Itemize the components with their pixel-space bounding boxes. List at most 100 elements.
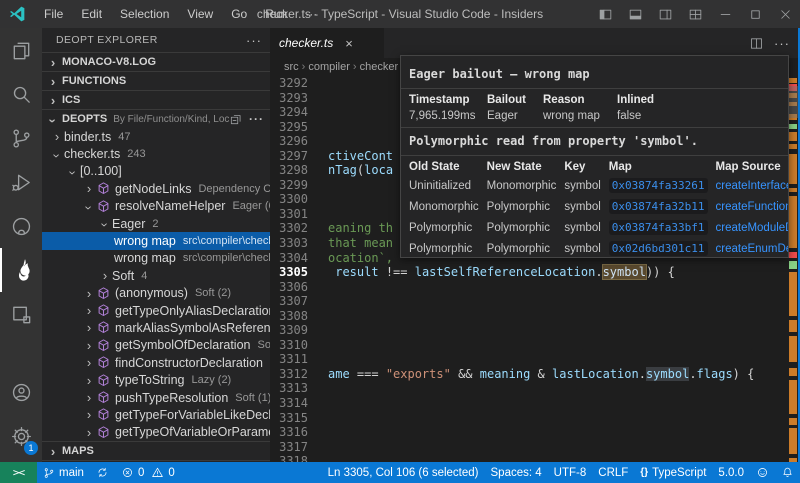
remote-explorer-icon[interactable]: [0, 292, 42, 336]
section-header-maps[interactable]: ›MAPS: [42, 441, 270, 460]
twistie-icon[interactable]: ›: [82, 287, 96, 300]
breadcrumb-item[interactable]: src: [284, 61, 299, 73]
menu-item-[interactable]: ···: [296, 7, 326, 21]
menu-item-edit[interactable]: Edit: [72, 7, 111, 21]
indentation-item[interactable]: Spaces: 4: [485, 462, 548, 483]
map-source-cell[interactable]: createModuleDeclarat: [716, 217, 790, 238]
explorer-icon[interactable]: [0, 28, 42, 72]
toggle-panel-icon[interactable]: [620, 0, 650, 28]
map-address-cell[interactable]: 0x03874fa33261: [609, 175, 716, 196]
tree-item[interactable]: ›getTypeOfVariableOrParameterOrPr…: [42, 424, 270, 441]
breadcrumb-item[interactable]: compiler: [308, 61, 350, 73]
section-header-ics[interactable]: ›ICS: [42, 90, 270, 109]
github-icon[interactable]: [0, 204, 42, 248]
section-header-functions[interactable]: ›FUNCTIONS: [42, 71, 270, 90]
accounts-icon[interactable]: [0, 370, 42, 414]
remote-indicator[interactable]: ><: [0, 462, 37, 483]
problems-status-item[interactable]: 0 0: [115, 462, 181, 483]
twistie-icon[interactable]: ›: [50, 148, 63, 162]
map-source-link[interactable]: createModuleDeclarat: [716, 222, 790, 234]
twistie-icon[interactable]: ›: [66, 166, 79, 180]
map-source-cell[interactable]: createEnumDeclaratio: [716, 238, 790, 258]
twistie-icon[interactable]: ›: [82, 321, 96, 334]
sync-status-item[interactable]: [90, 462, 115, 483]
menu-item-selection[interactable]: Selection: [111, 7, 178, 21]
twistie-icon[interactable]: ›: [82, 356, 96, 369]
split-editor-icon[interactable]: [749, 36, 764, 51]
twistie-icon[interactable]: ›: [98, 269, 112, 282]
breadcrumb-item[interactable]: checker: [360, 61, 399, 73]
cursor-position-item[interactable]: Ln 3305, Col 106 (6 selected): [322, 462, 485, 483]
tab-checker-ts[interactable]: checker.ts ×: [270, 28, 384, 58]
menu-item-run[interactable]: Run: [256, 7, 296, 21]
section-header-monaco-v8-log[interactable]: ›MONACO-V8.LOG: [42, 52, 270, 71]
tree-item[interactable]: ›typeToStringLazy (2): [42, 371, 270, 388]
twistie-icon[interactable]: ›: [82, 391, 96, 404]
customize-layout-icon[interactable]: [680, 0, 710, 28]
tree-item[interactable]: ›[0..100]: [42, 163, 270, 180]
map-address-cell[interactable]: 0x02d6bd301c11: [609, 238, 716, 258]
tree-item[interactable]: ›binder.ts47: [42, 128, 270, 145]
map-source-link[interactable]: createEnumDeclaratio: [716, 243, 790, 255]
collapse-all-icon[interactable]: [229, 112, 243, 126]
map-source-cell[interactable]: createInterfaceDeclara: [716, 175, 790, 196]
ts-version-item[interactable]: 5.0.0: [712, 462, 750, 483]
twistie-icon[interactable]: ›: [82, 426, 96, 439]
map-source-link[interactable]: createFunctionDeclara: [716, 201, 790, 213]
twistie-icon[interactable]: ›: [82, 201, 95, 215]
notifications-status-item[interactable]: [775, 462, 800, 483]
map-address-cell[interactable]: 0x03874fa33bf1: [609, 217, 716, 238]
language-mode-item[interactable]: {} TypeScript: [634, 462, 712, 483]
tree-item[interactable]: ›getTypeForVariableLikeDeclaration…: [42, 406, 270, 423]
twistie-icon[interactable]: ›: [82, 304, 96, 317]
maximize-button[interactable]: [740, 0, 770, 28]
twistie-icon[interactable]: ›: [82, 374, 96, 387]
section-more-actions-icon[interactable]: ···: [249, 112, 264, 126]
minimize-button[interactable]: [710, 0, 740, 28]
tree-item[interactable]: ›getTypeOnlyAliasDeclarationEager (1): [42, 302, 270, 319]
map-address-chip[interactable]: 0x02d6bd301c11: [609, 241, 708, 256]
tree-item[interactable]: ›getNodeLinksDependency Change (1): [42, 180, 270, 197]
tree-item[interactable]: ›markAliasSymbolAsReferencedEage…: [42, 319, 270, 336]
branch-status-item[interactable]: main: [37, 462, 90, 483]
tree-item[interactable]: ›findConstructorDeclarationEager (1): [42, 354, 270, 371]
twistie-icon[interactable]: ›: [82, 408, 96, 421]
section-header-deopts[interactable]: ›DEOPTSBy File/Function/Kind, Location··…: [42, 109, 270, 128]
menu-item-file[interactable]: File: [35, 7, 72, 21]
tree-item[interactable]: wrong mapsrc\compiler\checker.ts:330…: [42, 232, 270, 249]
toggle-secondary-sidebar-icon[interactable]: [650, 0, 680, 28]
tree-item[interactable]: ›getSymbolOfDeclarationSoft (1): [42, 337, 270, 354]
twistie-icon[interactable]: ›: [82, 182, 96, 195]
search-icon[interactable]: [0, 72, 42, 116]
sidebar-more-actions-icon[interactable]: ···: [246, 33, 262, 48]
map-address-chip[interactable]: 0x03874fa32b11: [609, 199, 708, 214]
editor-more-actions-icon[interactable]: ···: [774, 36, 790, 51]
map-source-cell[interactable]: createFunctionDeclara: [716, 196, 790, 217]
map-source-link[interactable]: createInterfaceDeclara: [716, 180, 790, 192]
menu-item-view[interactable]: View: [178, 7, 222, 21]
map-address-chip[interactable]: 0x03874fa33bf1: [609, 220, 708, 235]
tree-item[interactable]: ›checker.ts243: [42, 145, 270, 162]
tab-close-icon[interactable]: ×: [345, 36, 353, 51]
map-address-cell[interactable]: 0x03874fa32b11: [609, 196, 716, 217]
twistie-icon[interactable]: ›: [98, 218, 111, 232]
deopt-explorer-icon[interactable]: [0, 248, 44, 292]
encoding-item[interactable]: UTF-8: [548, 462, 593, 483]
map-address-chip[interactable]: 0x03874fa33261: [609, 178, 708, 193]
tree-item[interactable]: ›pushTypeResolutionSoft (1): [42, 389, 270, 406]
tree-item[interactable]: ›Soft4: [42, 267, 270, 284]
tree-item[interactable]: ›(anonymous)Soft (2): [42, 285, 270, 302]
tree-item[interactable]: ›resolveNameHelperEager (6): [42, 198, 270, 215]
close-button[interactable]: [770, 0, 800, 28]
menu-item-go[interactable]: Go: [222, 7, 256, 21]
tree-item[interactable]: ›Eager2: [42, 215, 270, 232]
run-and-debug-icon[interactable]: [0, 160, 42, 204]
toggle-primary-sidebar-icon[interactable]: [590, 0, 620, 28]
settings-gear-icon[interactable]: 1: [0, 414, 42, 458]
twistie-icon[interactable]: ›: [50, 130, 64, 143]
twistie-icon[interactable]: ›: [82, 339, 96, 352]
tree-item[interactable]: wrong mapsrc\compiler\checker.ts:348…: [42, 250, 270, 267]
feedback-status-item[interactable]: [750, 462, 775, 483]
source-control-icon[interactable]: [0, 116, 42, 160]
eol-item[interactable]: CRLF: [592, 462, 634, 483]
